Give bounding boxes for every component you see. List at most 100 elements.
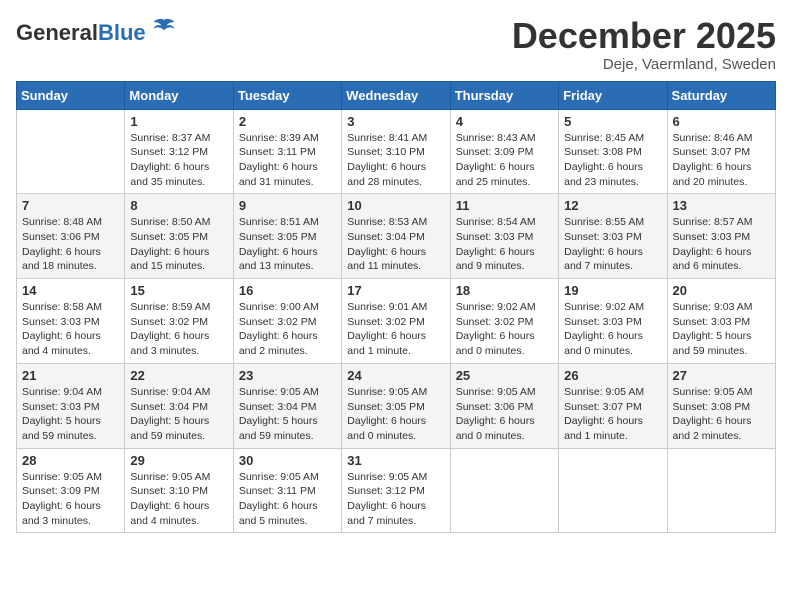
day-number: 6 [673, 114, 770, 129]
day-info: Sunrise: 9:05 AMSunset: 3:10 PMDaylight:… [130, 470, 227, 529]
day-info: Sunrise: 9:03 AMSunset: 3:03 PMDaylight:… [673, 300, 770, 359]
calendar-cell: 27Sunrise: 9:05 AMSunset: 3:08 PMDayligh… [667, 363, 775, 448]
day-info: Sunrise: 9:05 AMSunset: 3:04 PMDaylight:… [239, 385, 336, 444]
day-info: Sunrise: 9:05 AMSunset: 3:08 PMDaylight:… [673, 385, 770, 444]
day-number: 10 [347, 198, 444, 213]
calendar-cell: 28 Sunrise: 9:05 AMSunset: 3:09 PMDayligh… [17, 448, 125, 533]
calendar-cell: 18 Sunrise: 9:02 AMSunset: 3:02 PMDayligh… [450, 279, 558, 364]
day-number: 14 [22, 283, 119, 298]
header-tuesday: Tuesday [233, 81, 341, 109]
calendar-cell: 19 Sunrise: 9:02 AMSunset: 3:03 PMDayligh… [559, 279, 667, 364]
calendar-cell: 24 Sunrise: 9:05 AMSunset: 3:05 PMDayligh… [342, 363, 450, 448]
calendar-cell: 14 Sunrise: 8:58 AMSunset: 3:03 PMDayligh… [17, 279, 125, 364]
day-number: 15 [130, 283, 227, 298]
day-number: 24 [347, 368, 444, 383]
day-info: Sunrise: 9:05 AMSunset: 3:06 PMDaylight:… [456, 385, 553, 444]
calendar-cell: 1 Sunrise: 8:37 AMSunset: 3:12 PMDaylight… [125, 109, 233, 194]
day-info: Sunrise: 9:01 AMSunset: 3:02 PMDaylight:… [347, 300, 444, 359]
day-number: 2 [239, 114, 336, 129]
day-info: Sunrise: 9:05 AMSunset: 3:05 PMDaylight:… [347, 385, 444, 444]
calendar-cell: 16Sunrise: 9:00 AMSunset: 3:02 PMDayligh… [233, 279, 341, 364]
logo-general-text: General [16, 20, 98, 45]
header-friday: Friday [559, 81, 667, 109]
calendar-cell: 17 Sunrise: 9:01 AMSunset: 3:02 PMDayligh… [342, 279, 450, 364]
calendar-cell: 25 Sunrise: 9:05 AMSunset: 3:06 PMDayligh… [450, 363, 558, 448]
day-number: 1 [130, 114, 227, 129]
calendar-cell: 29 Sunrise: 9:05 AMSunset: 3:10 PMDayligh… [125, 448, 233, 533]
day-number: 11 [456, 198, 553, 213]
calendar-cell: 12Sunrise: 8:55 AMSunset: 3:03 PMDayligh… [559, 194, 667, 279]
day-info: Sunrise: 8:46 AMSunset: 3:07 PMDaylight:… [673, 131, 770, 190]
day-number: 18 [456, 283, 553, 298]
day-info: Sunrise: 8:43 AMSunset: 3:09 PMDaylight:… [456, 131, 553, 190]
day-info: Sunrise: 8:58 AMSunset: 3:03 PMDaylight:… [22, 300, 119, 359]
day-number: 31 [347, 453, 444, 468]
day-number: 25 [456, 368, 553, 383]
day-info: Sunrise: 9:05 AMSunset: 3:09 PMDaylight:… [22, 470, 119, 529]
calendar-cell: 6 Sunrise: 8:46 AMSunset: 3:07 PMDaylight… [667, 109, 775, 194]
location-subtitle: Deje, Vaermland, Sweden [512, 56, 776, 73]
day-number: 4 [456, 114, 553, 129]
day-info: Sunrise: 9:02 AMSunset: 3:02 PMDaylight:… [456, 300, 553, 359]
day-number: 29 [130, 453, 227, 468]
calendar-cell: 22 Sunrise: 9:04 AMSunset: 3:04 PMDayligh… [125, 363, 233, 448]
calendar-week-row: 1 Sunrise: 8:37 AMSunset: 3:12 PMDaylight… [17, 109, 776, 194]
calendar-cell: 31Sunrise: 9:05 AMSunset: 3:12 PMDayligh… [342, 448, 450, 533]
calendar-week-row: 28 Sunrise: 9:05 AMSunset: 3:09 PMDayligh… [17, 448, 776, 533]
header-thursday: Thursday [450, 81, 558, 109]
calendar-cell: 15 Sunrise: 8:59 AMSunset: 3:02 PMDayligh… [125, 279, 233, 364]
day-info: Sunrise: 8:55 AMSunset: 3:03 PMDaylight:… [564, 215, 661, 274]
day-info: Sunrise: 9:04 AMSunset: 3:04 PMDaylight:… [130, 385, 227, 444]
logo-blue-text: Blue [98, 20, 146, 45]
header-wednesday: Wednesday [342, 81, 450, 109]
day-info: Sunrise: 8:59 AMSunset: 3:02 PMDaylight:… [130, 300, 227, 359]
day-info: Sunrise: 8:51 AMSunset: 3:05 PMDaylight:… [239, 215, 336, 274]
calendar-cell [667, 448, 775, 533]
calendar-cell: 26 Sunrise: 9:05 AMSunset: 3:07 PMDayligh… [559, 363, 667, 448]
day-number: 3 [347, 114, 444, 129]
day-info: Sunrise: 8:48 AMSunset: 3:06 PMDaylight:… [22, 215, 119, 274]
day-info: Sunrise: 9:00 AMSunset: 3:02 PMDaylight:… [239, 300, 336, 359]
day-info: Sunrise: 9:04 AMSunset: 3:03 PMDaylight:… [22, 385, 119, 444]
logo-bird-icon [152, 16, 176, 40]
logo: GeneralBlue [16, 16, 176, 45]
day-number: 19 [564, 283, 661, 298]
day-number: 23 [239, 368, 336, 383]
day-info: Sunrise: 8:54 AMSunset: 3:03 PMDaylight:… [456, 215, 553, 274]
calendar-cell: 9 Sunrise: 8:51 AMSunset: 3:05 PMDaylight… [233, 194, 341, 279]
page-header: GeneralBlue December 2025 Deje, Vaermlan… [16, 16, 776, 73]
header-saturday: Saturday [667, 81, 775, 109]
day-number: 17 [347, 283, 444, 298]
calendar-cell: 2Sunrise: 8:39 AMSunset: 3:11 PMDaylight… [233, 109, 341, 194]
day-info: Sunrise: 8:53 AMSunset: 3:04 PMDaylight:… [347, 215, 444, 274]
day-info: Sunrise: 8:37 AMSunset: 3:12 PMDaylight:… [130, 131, 227, 190]
header-sunday: Sunday [17, 81, 125, 109]
calendar-cell [450, 448, 558, 533]
day-number: 13 [673, 198, 770, 213]
day-info: Sunrise: 8:57 AMSunset: 3:03 PMDaylight:… [673, 215, 770, 274]
title-block: December 2025 Deje, Vaermland, Sweden [512, 16, 776, 73]
calendar-cell: 10 Sunrise: 8:53 AMSunset: 3:04 PMDayligh… [342, 194, 450, 279]
calendar-header-row: SundayMondayTuesdayWednesdayThursdayFrid… [17, 81, 776, 109]
header-monday: Monday [125, 81, 233, 109]
day-info: Sunrise: 9:05 AMSunset: 3:07 PMDaylight:… [564, 385, 661, 444]
calendar-cell [17, 109, 125, 194]
calendar-week-row: 14 Sunrise: 8:58 AMSunset: 3:03 PMDayligh… [17, 279, 776, 364]
calendar-cell: 7Sunrise: 8:48 AMSunset: 3:06 PMDaylight… [17, 194, 125, 279]
day-info: Sunrise: 9:02 AMSunset: 3:03 PMDaylight:… [564, 300, 661, 359]
day-number: 26 [564, 368, 661, 383]
calendar-cell: 20 Sunrise: 9:03 AMSunset: 3:03 PMDayligh… [667, 279, 775, 364]
calendar-week-row: 21 Sunrise: 9:04 AMSunset: 3:03 PMDayligh… [17, 363, 776, 448]
calendar-cell: 5Sunrise: 8:45 AMSunset: 3:08 PMDaylight… [559, 109, 667, 194]
day-number: 22 [130, 368, 227, 383]
day-number: 20 [673, 283, 770, 298]
day-number: 28 [22, 453, 119, 468]
month-title: December 2025 [512, 16, 776, 56]
day-info: Sunrise: 8:41 AMSunset: 3:10 PMDaylight:… [347, 131, 444, 190]
day-number: 9 [239, 198, 336, 213]
calendar-cell: 11 Sunrise: 8:54 AMSunset: 3:03 PMDayligh… [450, 194, 558, 279]
calendar-cell: 23 Sunrise: 9:05 AMSunset: 3:04 PMDayligh… [233, 363, 341, 448]
calendar-cell: 4 Sunrise: 8:43 AMSunset: 3:09 PMDaylight… [450, 109, 558, 194]
calendar-cell: 13 Sunrise: 8:57 AMSunset: 3:03 PMDayligh… [667, 194, 775, 279]
day-number: 21 [22, 368, 119, 383]
